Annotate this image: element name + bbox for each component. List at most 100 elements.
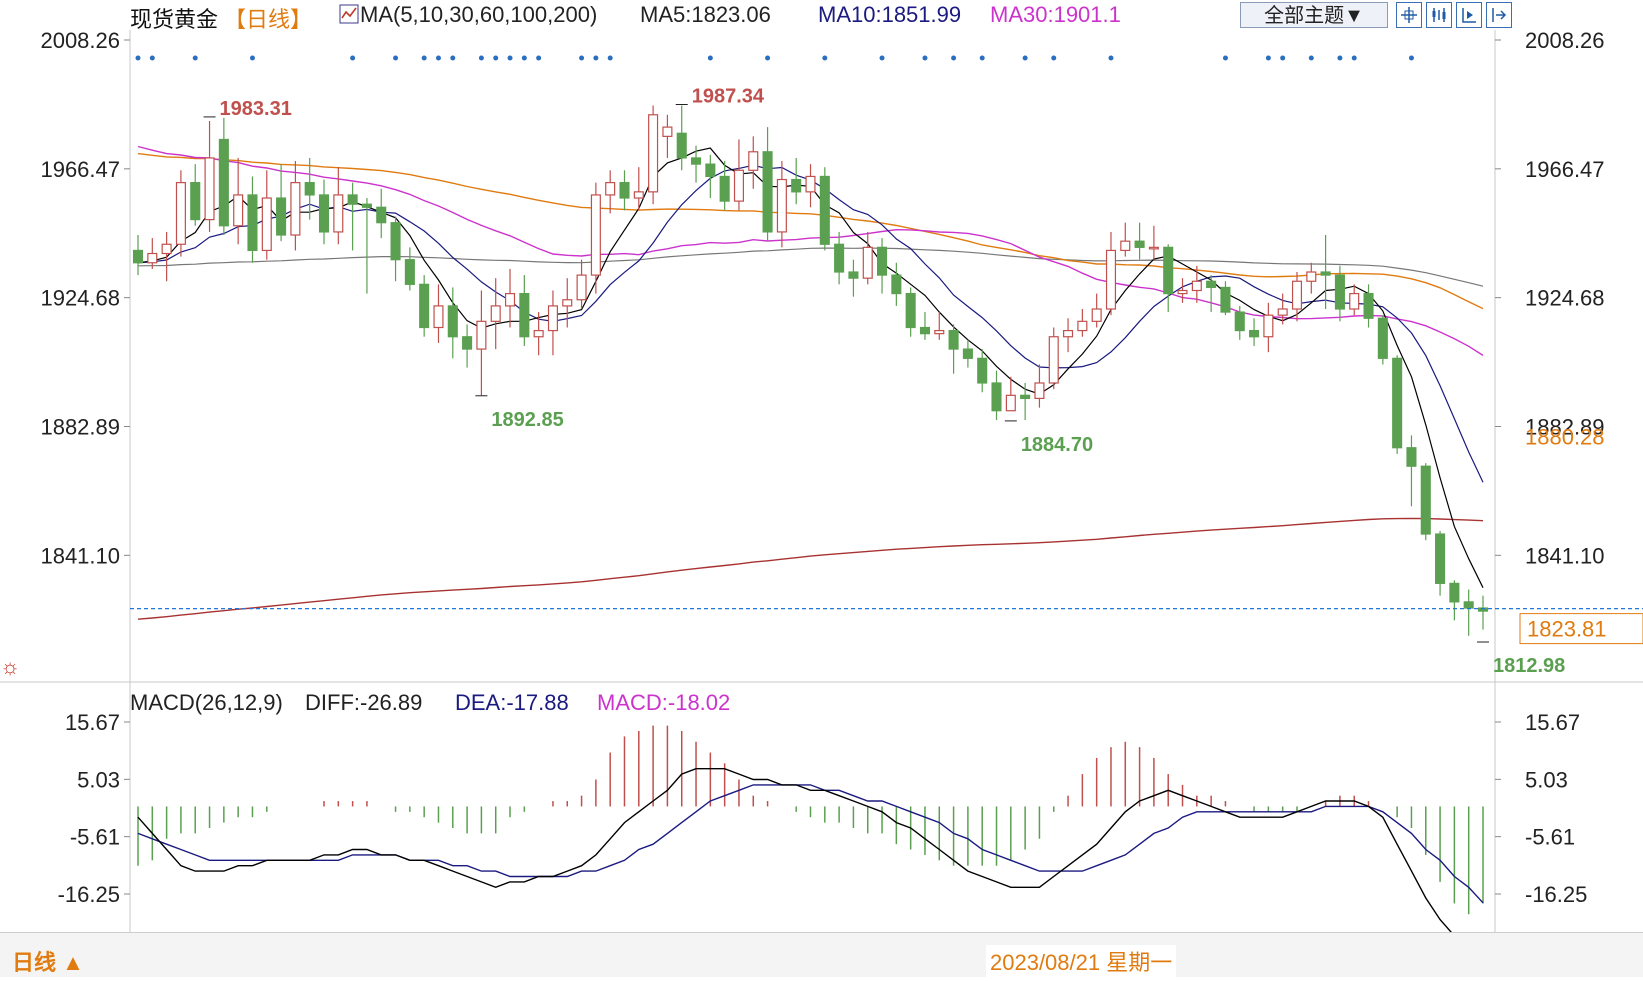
zoom-in-icon[interactable] — [1456, 2, 1482, 28]
candle-body — [519, 292, 530, 338]
chart-stage[interactable]: 2008.26 2008.26 1966.47 1966.47 1924.68 1924.… — [0, 0, 1643, 977]
candle-body — [1005, 394, 1016, 412]
ma-indicator-icon — [339, 4, 359, 30]
candle-body — [1120, 240, 1131, 252]
candle-body — [347, 194, 358, 205]
high-annotation: 1987.34 — [692, 85, 765, 107]
signal-dot — [536, 55, 542, 61]
theme-select-button[interactable]: 全部主题▼ — [1240, 2, 1388, 28]
macd-y-tick-right: -5.61 — [1525, 825, 1575, 850]
period-label: 【日线】 — [224, 7, 313, 32]
candle-body — [547, 305, 558, 332]
candle-body — [1349, 292, 1360, 310]
ma10-value: MA10:1851.99 — [818, 2, 962, 27]
settings-sun-icon[interactable]: ☼ — [0, 654, 20, 680]
candle-body — [1420, 465, 1431, 535]
bottom-bar — [0, 932, 1643, 977]
candle-body — [819, 175, 830, 245]
candle-body — [676, 132, 687, 159]
signal-dot — [1265, 55, 1271, 61]
candle-body — [490, 305, 501, 322]
low-annotation: 1812.98 — [1493, 655, 1565, 677]
y-tick-label-right: 1966.47 — [1525, 157, 1605, 182]
candle-body — [261, 197, 272, 252]
macd-diff-value: DIFF:-26.89 — [305, 690, 423, 715]
signal-dot — [435, 55, 441, 61]
candle-body — [776, 178, 787, 233]
signal-dot — [1108, 55, 1114, 61]
signal-dot — [593, 55, 599, 61]
candle-body — [919, 326, 931, 335]
signal-dot — [478, 55, 484, 61]
candle-body — [576, 274, 587, 301]
signal-dot — [350, 55, 356, 61]
candle-body — [1291, 280, 1303, 310]
candle-body — [1148, 246, 1159, 250]
next-period-icon[interactable] — [1486, 2, 1512, 28]
macd-y-tick-right: 5.03 — [1525, 767, 1568, 792]
macd-y-tick-left: 5.03 — [77, 767, 120, 792]
y-tick-label-right: 1924.68 — [1525, 286, 1605, 311]
candle-body — [619, 182, 630, 199]
candle-body — [433, 305, 444, 329]
candle-body — [1320, 271, 1331, 276]
candle-body — [834, 243, 845, 273]
candle-body — [1249, 329, 1260, 338]
candle-body — [218, 138, 229, 227]
macd-dea-value: DEA:-17.88 — [455, 690, 569, 715]
candle-body — [662, 126, 673, 137]
ma60-right-label: 1880.28 — [1525, 425, 1605, 450]
candle-body — [862, 246, 873, 279]
candle-body — [318, 194, 330, 233]
candle-body — [633, 191, 644, 199]
low-annotation: 1884.70 — [1021, 434, 1093, 456]
y-tick-label-left: 1966.47 — [40, 157, 120, 182]
ma100-line — [137, 247, 1484, 287]
current-price-tag: 1823.81 — [1527, 617, 1607, 642]
candle-body — [805, 175, 816, 193]
candle-body — [1091, 308, 1102, 322]
candle-body — [204, 157, 215, 221]
candle-body — [390, 222, 401, 261]
candle-style-icon[interactable] — [1426, 2, 1452, 28]
macd-y-tick-left: -16.25 — [58, 882, 120, 907]
candle-body — [1191, 280, 1202, 292]
candle-body — [1234, 311, 1245, 332]
signal-dot — [1222, 55, 1228, 61]
macd-params: MACD(26,12,9) — [130, 690, 283, 715]
low-annotation: 1892.85 — [491, 409, 563, 431]
candle-body — [1206, 280, 1217, 289]
ma30-value: MA30:1901.1 — [990, 2, 1121, 27]
candle-body — [190, 182, 201, 221]
y-tick-label-left: 1924.68 — [40, 286, 120, 311]
candle-body — [333, 194, 344, 233]
candle-body — [1063, 329, 1074, 338]
signal-dot — [192, 55, 198, 61]
chart-svg[interactable]: 2008.26 2008.26 1966.47 1966.47 1924.68 1924.… — [0, 0, 1643, 976]
candle-body — [175, 182, 186, 245]
signal-dot — [1337, 55, 1343, 61]
signal-dot — [707, 55, 713, 61]
candle-body — [590, 194, 601, 276]
candle-body — [1163, 246, 1174, 295]
candle-body — [748, 151, 759, 171]
period-toggle-button[interactable]: 日线 ▲ — [12, 945, 84, 977]
candle-body — [1363, 292, 1374, 319]
candle-body — [1449, 582, 1460, 603]
candle-body — [733, 169, 744, 202]
ma200-line — [137, 517, 1484, 620]
signal-dot — [951, 55, 957, 61]
candle-body — [991, 382, 1002, 412]
signal-dot — [1280, 55, 1286, 61]
high-annotation: 1983.31 — [220, 98, 292, 120]
candle-body — [1105, 249, 1117, 310]
signal-dot — [822, 55, 828, 61]
signal-dot — [1022, 55, 1028, 61]
ma5-value: MA5:1823.06 — [640, 2, 771, 27]
signal-dot — [149, 55, 155, 61]
crosshair-icon[interactable] — [1396, 2, 1422, 28]
candle-body — [1406, 447, 1417, 467]
signal-dot — [1351, 55, 1357, 61]
candle-body — [791, 178, 802, 193]
candle-body — [705, 163, 716, 178]
